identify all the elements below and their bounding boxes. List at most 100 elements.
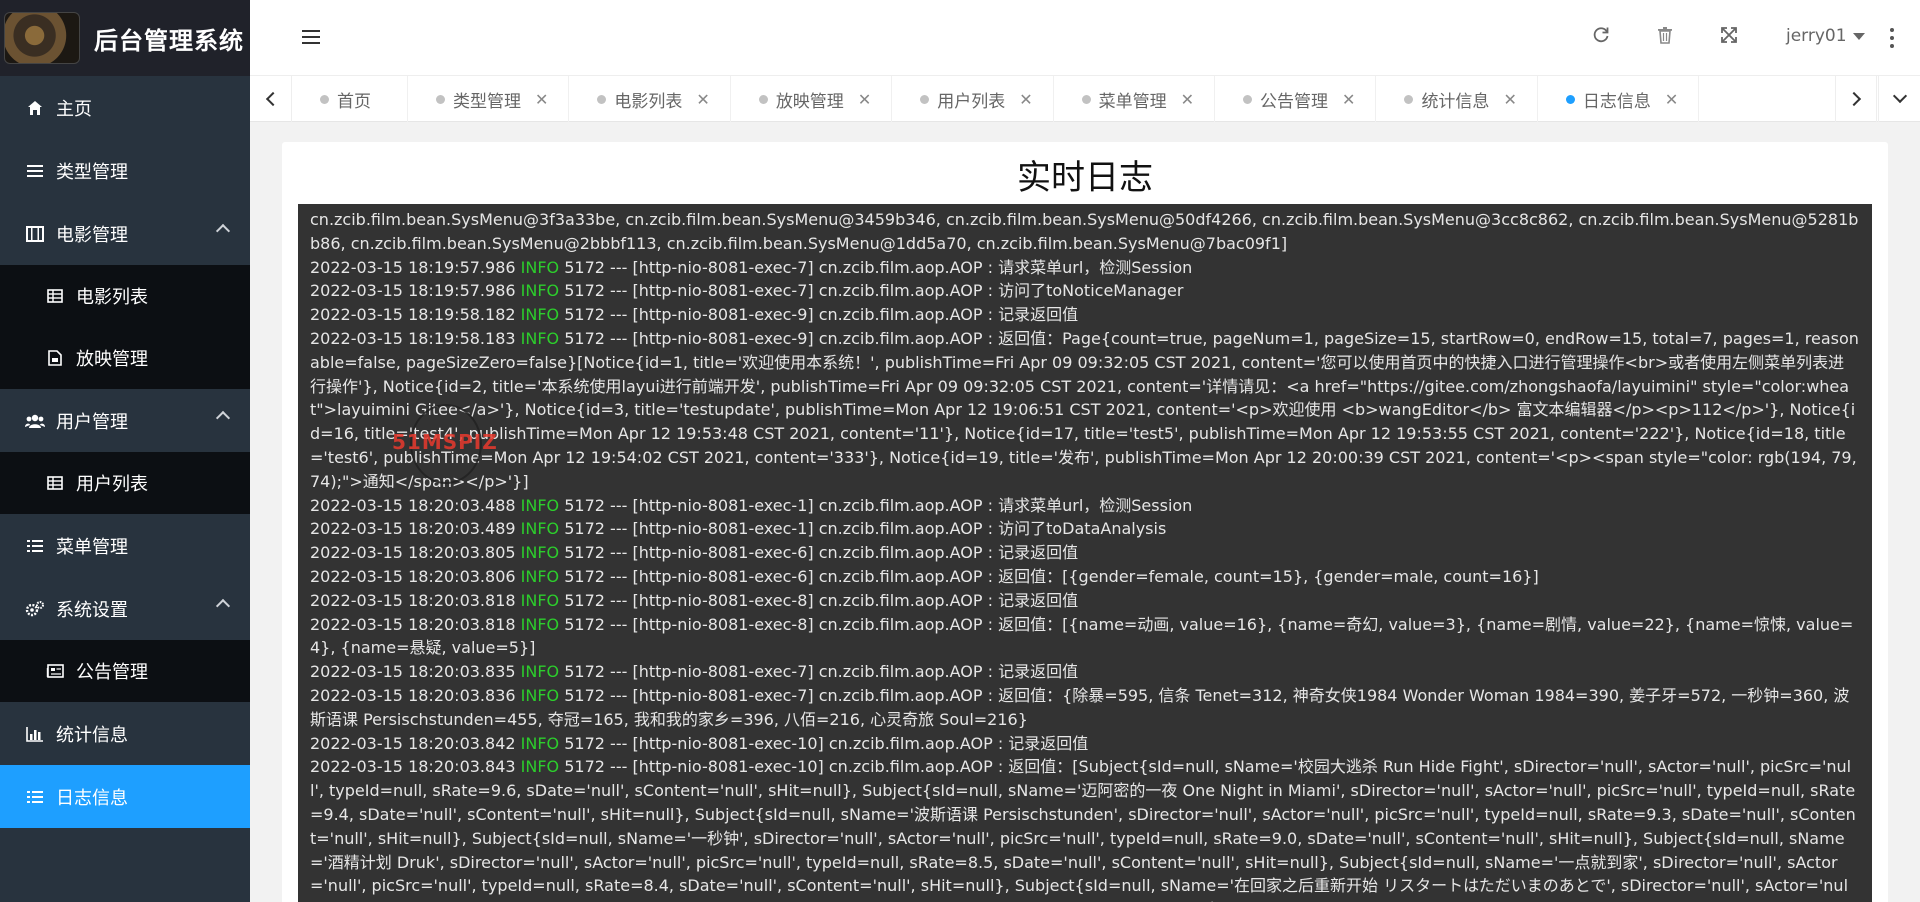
close-icon[interactable]: ✕ xyxy=(535,90,548,109)
chevron-right-icon xyxy=(1846,91,1862,107)
log-timestamp: 2022-03-15 18:19:57.986 xyxy=(310,281,516,301)
tab-scroll-right-button[interactable] xyxy=(1835,76,1877,122)
film-icon xyxy=(24,225,46,242)
username: jerry01 xyxy=(1786,26,1847,46)
user-menu[interactable]: jerry01 xyxy=(1786,26,1865,46)
submenu-film: 电影列表 放映管理 xyxy=(0,265,250,389)
log-line: 2022-03-15 18:19:58.183 INFO 5172 --- [h… xyxy=(310,327,1860,494)
sidebar-item-label: 菜单管理 xyxy=(56,536,128,558)
log-message: 5172 --- [http-nio-8081-exec-7] cn.zcib.… xyxy=(564,257,1193,277)
table-icon xyxy=(44,289,66,303)
tab-user-list[interactable]: 用户列表 ✕ xyxy=(892,76,1054,122)
close-icon[interactable]: ✕ xyxy=(1019,90,1032,109)
tab-dot xyxy=(436,94,445,104)
tab-dot xyxy=(920,94,930,104)
tab-bar: 首页 类型管理 ✕ 电影列表 ✕ 放映管理 ✕ 用户列表 ✕ 菜单管理 ✕ 公告管理 ✕ 统… xyxy=(250,76,1920,122)
log-timestamp: 2022-03-15 18:20:03.818 xyxy=(310,614,516,634)
close-icon[interactable]: ✕ xyxy=(696,90,709,109)
tab-logs[interactable]: 日志信息 ✕ xyxy=(1538,76,1700,122)
log-message: 5172 --- [http-nio-8081-exec-10] cn.zcib… xyxy=(564,733,1089,753)
fullscreen-icon[interactable] xyxy=(1718,26,1740,48)
log-level: INFO xyxy=(520,305,560,325)
sidebar-item-film-list[interactable]: 电影列表 xyxy=(0,265,250,327)
log-message: 5172 --- [http-nio-8081-exec-7] cn.zcib.… xyxy=(564,281,1184,301)
sidebar-item-logs[interactable]: 日志信息 xyxy=(0,765,250,828)
submenu-user: 用户列表 xyxy=(0,452,250,514)
sidebar-item-label: 用户管理 xyxy=(56,411,128,433)
close-icon[interactable]: ✕ xyxy=(1665,90,1678,109)
tab-home[interactable]: 首页 xyxy=(292,76,408,122)
tab-label: 类型管理 xyxy=(453,91,521,112)
tab-label: 统计信息 xyxy=(1421,91,1490,112)
users-icon xyxy=(24,414,46,428)
sidebar-item-notice-manage[interactable]: 公告管理 xyxy=(0,640,250,702)
sidebar-item-menu-manage[interactable]: 菜单管理 xyxy=(0,514,250,577)
log-level: INFO xyxy=(520,519,560,539)
log-level: INFO xyxy=(520,566,560,586)
log-line: 2022-03-15 18:20:03.842 INFO 5172 --- [h… xyxy=(310,732,1860,756)
sidebar-item-home[interactable]: 主页 xyxy=(0,76,250,139)
logo[interactable]: 后台管理系统 xyxy=(0,0,250,76)
log-timestamp: 2022-03-15 18:20:03.836 xyxy=(310,685,516,705)
log-level: INFO xyxy=(520,757,560,777)
table-icon xyxy=(44,476,66,490)
log-line: 2022-03-15 18:20:03.489 INFO 5172 --- [h… xyxy=(310,517,1860,541)
log-timestamp: 2022-03-15 18:19:58.182 xyxy=(310,305,516,325)
sidebar-item-system-settings[interactable]: 系统设置 xyxy=(0,577,250,640)
close-icon[interactable]: ✕ xyxy=(858,90,871,109)
tab-screening-manage[interactable]: 放映管理 ✕ xyxy=(731,76,893,122)
tab-dot xyxy=(597,94,607,104)
sidebar-item-label: 电影管理 xyxy=(56,224,128,246)
log-level: INFO xyxy=(520,614,560,634)
log-timestamp: 2022-03-15 18:19:57.986 xyxy=(310,257,516,277)
tab-list: 首页 类型管理 ✕ 电影列表 ✕ 放映管理 ✕ 用户列表 ✕ 菜单管理 ✕ 公告管理 ✕ 统… xyxy=(292,76,1700,122)
file-icon xyxy=(44,350,66,366)
home-icon xyxy=(24,100,46,116)
sidebar-item-film-manage[interactable]: 电影管理 xyxy=(0,202,250,265)
sidebar-item-screening-manage[interactable]: 放映管理 xyxy=(0,327,250,389)
sidebar-item-type-manage[interactable]: 类型管理 xyxy=(0,139,250,202)
close-icon[interactable]: ✕ xyxy=(1181,90,1194,109)
log-line: 2022-03-15 18:20:03.836 INFO 5172 --- [h… xyxy=(310,684,1860,732)
bar-chart-icon xyxy=(24,726,46,742)
tab-label: 首页 xyxy=(337,91,371,112)
sidebar-item-user-manage[interactable]: 用户管理 xyxy=(0,389,250,452)
tab-film-list[interactable]: 电影列表 ✕ xyxy=(569,76,731,122)
log-message: 5172 --- [http-nio-8081-exec-10] cn.zcib… xyxy=(310,757,1856,902)
logo-image xyxy=(4,12,80,64)
sidebar-item-label: 日志信息 xyxy=(56,787,128,809)
log-line: 2022-03-15 18:20:03.805 INFO 5172 --- [h… xyxy=(310,541,1860,565)
header: jerry01 xyxy=(250,0,1920,76)
tab-type-manage[interactable]: 类型管理 ✕ xyxy=(408,76,570,122)
log-timestamp: 2022-03-15 18:20:03.488 xyxy=(310,495,516,515)
log-level: INFO xyxy=(520,281,560,301)
sidebar-item-label: 类型管理 xyxy=(56,161,128,183)
tab-dot xyxy=(758,94,768,104)
gears-icon xyxy=(24,600,46,617)
log-timestamp: 2022-03-15 18:20:03.835 xyxy=(310,662,516,682)
log-line: 2022-03-15 18:19:58.182 INFO 5172 --- [h… xyxy=(310,303,1860,327)
sidebar-toggle-button[interactable] xyxy=(302,30,320,46)
log-level: INFO xyxy=(520,328,560,348)
log-message: 5172 --- [http-nio-8081-exec-7] cn.zcib.… xyxy=(564,662,1079,682)
tab-scroll-left-button[interactable] xyxy=(250,76,292,122)
close-icon[interactable]: ✕ xyxy=(1503,90,1516,109)
close-icon[interactable]: ✕ xyxy=(1342,90,1355,109)
sidebar-item-user-list[interactable]: 用户列表 xyxy=(0,452,250,514)
log-timestamp: 2022-03-15 18:20:03.806 xyxy=(310,566,516,586)
log-console[interactable]: cn.zcib.film.bean.SysMenu@3f3a33be, cn.z… xyxy=(298,204,1872,902)
tab-menu-manage[interactable]: 菜单管理 ✕ xyxy=(1054,76,1216,122)
tab-statistics[interactable]: 统计信息 ✕ xyxy=(1376,76,1538,122)
chevron-left-icon xyxy=(265,91,280,107)
log-line: 2022-03-15 18:19:57.986 INFO 5172 --- [h… xyxy=(310,256,1860,280)
log-line: cn.zcib.film.bean.SysMenu@3f3a33be, cn.z… xyxy=(310,208,1860,256)
more-vertical-icon[interactable] xyxy=(1890,28,1894,48)
tab-notice-manage[interactable]: 公告管理 ✕ xyxy=(1215,76,1377,122)
trash-icon[interactable] xyxy=(1654,26,1676,48)
tab-options-button[interactable] xyxy=(1878,76,1920,122)
refresh-icon[interactable] xyxy=(1590,26,1612,48)
sidebar-item-statistics[interactable]: 统计信息 xyxy=(0,702,250,765)
tab-dot xyxy=(320,94,329,104)
tab-dot xyxy=(1404,94,1414,104)
log-timestamp: 2022-03-15 18:20:03.818 xyxy=(310,590,516,610)
